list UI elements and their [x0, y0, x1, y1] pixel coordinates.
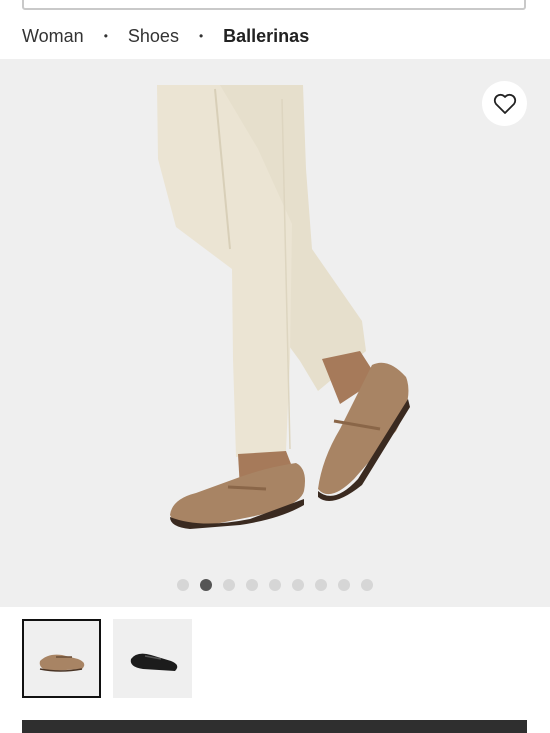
breadcrumb-ballerinas: Ballerinas — [223, 25, 310, 46]
carousel-dot[interactable] — [246, 579, 258, 591]
search-input[interactable] — [22, 0, 526, 10]
carousel-dot[interactable] — [200, 579, 212, 591]
carousel-dot[interactable] — [315, 579, 327, 591]
brown-ballerina-thumbnail — [39, 654, 84, 672]
product-gallery[interactable] — [0, 59, 550, 607]
wishlist-button[interactable] — [482, 81, 527, 126]
carousel-dot[interactable] — [361, 579, 373, 591]
carousel-dots — [0, 579, 550, 591]
add-to-cart-button[interactable] — [22, 720, 527, 733]
heart-icon — [493, 93, 516, 114]
breadcrumb: Woman • Shoes • Ballerinas — [22, 22, 309, 50]
thumbnail-black-ballerina[interactable] — [113, 619, 192, 698]
breadcrumb-woman[interactable]: Woman — [22, 26, 84, 47]
breadcrumb-shoes[interactable]: Shoes — [128, 26, 179, 47]
carousel-dot[interactable] — [269, 579, 281, 591]
carousel-dot[interactable] — [338, 579, 350, 591]
thumbnail-strip — [22, 619, 192, 698]
black-ballerina-thumbnail — [130, 653, 177, 671]
thumbnail-brown-ballerina[interactable] — [22, 619, 101, 698]
carousel-dot[interactable] — [177, 579, 189, 591]
product-image — [157, 85, 410, 529]
breadcrumb-separator: • — [198, 29, 204, 43]
breadcrumb-separator: • — [103, 29, 108, 43]
carousel-dot[interactable] — [292, 579, 304, 591]
carousel-dot[interactable] — [223, 579, 235, 591]
